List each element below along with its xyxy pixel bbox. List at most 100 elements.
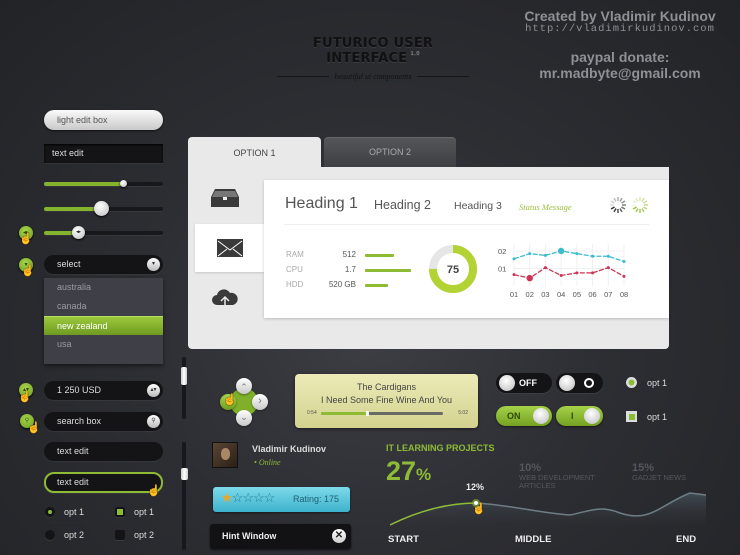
spinner-tick	[610, 206, 615, 210]
toggle-on[interactable]: ON	[496, 406, 552, 426]
chevron-up-icon[interactable]: ⌃	[236, 378, 252, 394]
select-option[interactable]: canada	[44, 297, 163, 316]
brand-version: 1.0	[410, 51, 420, 57]
spinner-tick	[641, 197, 645, 202]
star-icon[interactable]: ☆	[253, 490, 265, 505]
currency-stepper[interactable]: 1 250 USD ▴▾	[44, 381, 163, 400]
spinner-tick	[635, 208, 639, 213]
select-option-selected[interactable]: new zealand	[44, 316, 163, 335]
checkbox-light[interactable]	[626, 411, 637, 422]
x-tick-label: 03	[541, 290, 549, 299]
stat-value-ram: 512	[342, 250, 356, 259]
player-progress[interactable]	[321, 411, 443, 416]
data-point-red[interactable]	[559, 274, 563, 277]
chevron-down-icon[interactable]: ▾	[147, 258, 160, 271]
inbox-icon[interactable]	[195, 174, 255, 222]
text-edit-square[interactable]: text edit	[44, 144, 163, 163]
slider-2[interactable]	[44, 201, 163, 216]
toggle-label: OFF	[519, 378, 537, 388]
select-label: select	[57, 259, 81, 269]
star-icon[interactable]: ☆	[232, 490, 244, 505]
tab-option-1[interactable]: OPTION 1	[188, 137, 321, 169]
select-option[interactable]: usa	[44, 335, 163, 354]
radio-light[interactable]	[626, 377, 637, 388]
data-point-cyan[interactable]	[512, 257, 516, 261]
star-rating[interactable]: ★☆☆☆☆	[221, 490, 276, 506]
data-point-cyan[interactable]	[606, 254, 610, 258]
text-edit-field[interactable]: text edit	[44, 442, 163, 461]
data-point-cyan[interactable]	[622, 260, 626, 263]
toggle-o-symbol	[584, 378, 594, 388]
close-icon[interactable]: ✕	[332, 529, 346, 543]
player-total: 5:02	[458, 410, 468, 416]
stepper-arrows-icon[interactable]: ▴▾	[147, 384, 160, 397]
slider-3[interactable]: ◂▸	[44, 226, 163, 239]
scrollbar-thumb[interactable]	[181, 367, 187, 385]
data-point-cyan[interactable]	[575, 252, 579, 256]
data-point-red[interactable]	[606, 266, 610, 270]
toggle-label: I	[571, 411, 574, 421]
radio-opt2[interactable]	[45, 530, 55, 540]
player-progress-knob[interactable]	[366, 411, 370, 416]
text-edit-field-focused[interactable]: text edit	[44, 472, 163, 493]
status-message: Status Message	[519, 202, 572, 212]
x-tick-label: 01	[510, 290, 518, 299]
data-point-cyan[interactable]	[557, 247, 565, 255]
spinner-tick	[613, 197, 617, 202]
x-tick-label: 02	[526, 290, 534, 299]
stat-value-hdd: 520 GB	[328, 280, 356, 289]
slider-1[interactable]	[44, 180, 163, 187]
rating-label: Rating: 175	[293, 494, 340, 504]
vertical-scrollbar-2[interactable]	[180, 442, 188, 550]
star-icon[interactable]: ☆	[242, 490, 254, 505]
light-edit-box[interactable]: light edit box	[44, 110, 163, 130]
star-icon[interactable]: ★	[221, 490, 233, 505]
radio-opt1[interactable]	[45, 507, 55, 517]
checkbox-opt1[interactable]	[115, 507, 125, 517]
data-point-cyan[interactable]	[591, 254, 595, 258]
slider-knob[interactable]	[93, 201, 109, 216]
checkbox-mark	[628, 413, 635, 420]
data-point-red[interactable]	[591, 271, 595, 275]
learning-title: IT LEARNING PROJECTS	[386, 443, 495, 453]
mail-icon[interactable]	[195, 224, 264, 272]
vertical-scrollbar-1[interactable]	[181, 357, 187, 419]
data-point-red[interactable]	[526, 274, 533, 282]
hint-window: Hint Window ✕	[210, 524, 351, 549]
donut-value: 75	[447, 264, 459, 276]
hand-cursor-icon: ☝	[472, 503, 486, 515]
stat-value-cpu: 1.7	[344, 265, 356, 274]
x-tick-label: 08	[620, 290, 628, 299]
data-point-cyan[interactable]	[528, 252, 532, 256]
chevron-down-icon[interactable]: ⌄	[236, 410, 252, 426]
slider-knob[interactable]: ◂▸	[72, 226, 85, 239]
select-option[interactable]: australia	[44, 278, 163, 297]
tab-option-2[interactable]: OPTION 2	[324, 137, 456, 167]
slider-knob[interactable]	[120, 180, 128, 187]
player-progress-fill	[321, 412, 368, 415]
scrollbar-thumb[interactable]	[180, 468, 188, 480]
country-select[interactable]: select ▾	[44, 255, 163, 274]
cloud-upload-icon[interactable]	[195, 274, 255, 322]
donate-email[interactable]: mr.madbyte@gmail.com	[510, 65, 730, 81]
toggle-off[interactable]: OFF	[496, 373, 552, 393]
axis-middle: MIDDLE	[515, 534, 552, 545]
search-icon[interactable]: ⚲	[147, 415, 160, 428]
hand-cursor-icon: ☝	[223, 394, 237, 406]
chevron-right-icon[interactable]: ›	[252, 394, 268, 410]
credit-url[interactable]: http://vladimirkudinov.com	[510, 24, 730, 35]
checkbox-opt2[interactable]	[115, 530, 125, 540]
toggle-on-symbol[interactable]: I	[556, 406, 603, 426]
credit-text: Created by Vladimir Kudinov	[524, 8, 716, 24]
donut-gauge: 75	[429, 245, 477, 293]
data-point-red[interactable]	[575, 271, 579, 275]
toggle-off-symbol[interactable]	[556, 373, 603, 393]
spinner-tick	[613, 208, 617, 213]
star-icon[interactable]: ☆	[264, 490, 276, 505]
search-box[interactable]: search box ⚲	[44, 412, 163, 431]
data-point-red[interactable]	[543, 266, 547, 270]
avatar[interactable]	[212, 442, 238, 468]
data-point-cyan[interactable]	[543, 253, 547, 257]
data-point-red[interactable]	[622, 274, 626, 278]
data-point-red[interactable]	[512, 273, 516, 277]
